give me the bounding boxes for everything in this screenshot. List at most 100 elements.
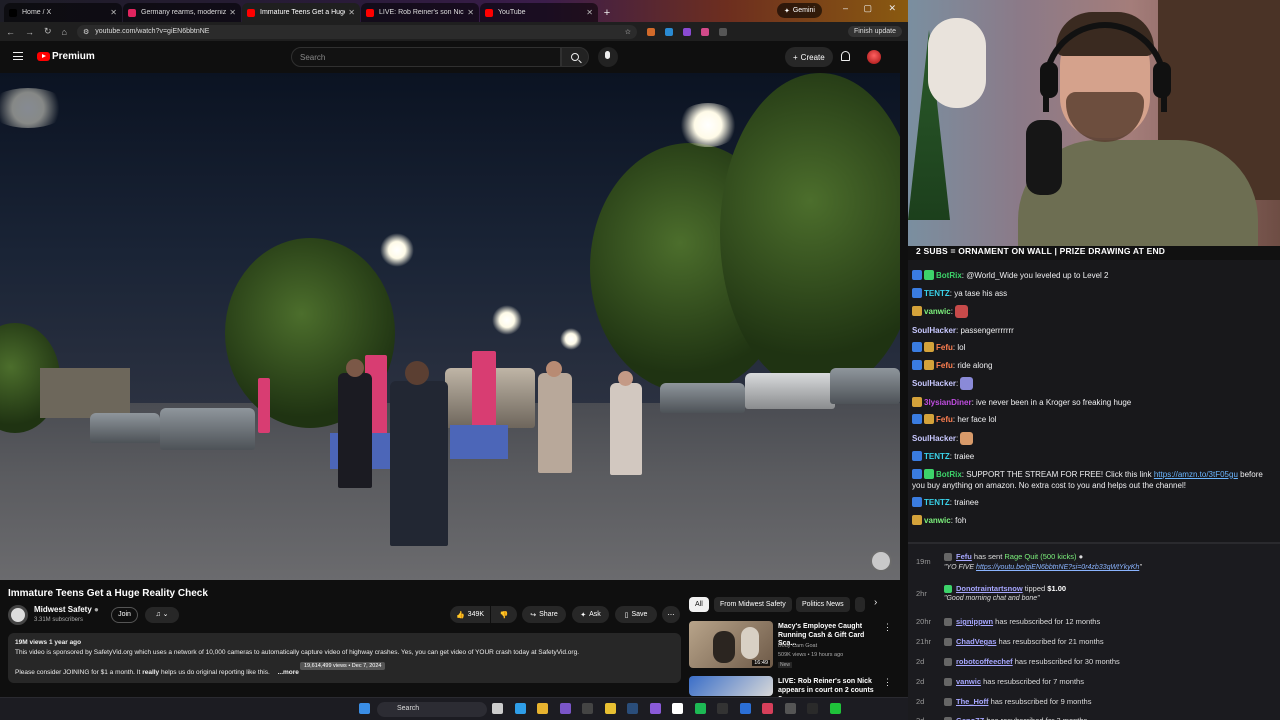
finish-update-button[interactable]: Finish update	[847, 26, 902, 37]
maximize-icon[interactable]: ▢	[863, 3, 872, 14]
chat-username[interactable]: Fefu	[936, 415, 953, 424]
chat-link[interactable]: https://amzn.to/3tF05gu	[1154, 470, 1238, 479]
event-username[interactable]: GenoZZ	[956, 716, 984, 720]
tab-close-icon[interactable]: ✕	[229, 8, 236, 17]
chat-username[interactable]: SoulHacker	[912, 326, 956, 335]
chrome-icon[interactable]	[537, 703, 548, 714]
share-button[interactable]: ↪ Share	[522, 606, 566, 623]
app-icon-6[interactable]	[784, 703, 796, 714]
recommendation-thumbnail[interactable]: 16:49	[689, 621, 773, 668]
extension-icon-4[interactable]	[700, 27, 709, 36]
bookmark-star-icon[interactable]: ☆	[625, 28, 631, 36]
recommendation-channel[interactable]: Body Cam Goat	[778, 643, 817, 649]
gemini-button[interactable]: ✦ Gemini	[776, 3, 822, 18]
chip-overflow[interactable]	[855, 597, 865, 612]
home-icon[interactable]: ⌂	[62, 27, 67, 37]
app-icon-3[interactable]	[649, 703, 661, 714]
tab-close-icon[interactable]: ✕	[348, 8, 355, 17]
event-username[interactable]: ChadVegas	[956, 637, 996, 646]
chat-username[interactable]: Fefu	[936, 361, 953, 370]
steam-icon[interactable]	[627, 703, 638, 714]
browser-tab[interactable]: Immature Teens Get a Huge ✕	[242, 3, 360, 22]
browser-tab[interactable]: Germany rearms, modernizes ✕	[123, 3, 241, 22]
address-bar[interactable]: ⚙ youtube.com/watch?v=giEN6bbtnNE ☆	[76, 24, 637, 39]
windows-start-icon[interactable]	[359, 703, 370, 714]
like-button[interactable]: 👍 349K	[450, 606, 490, 623]
event-username[interactable]: robotcoffeechef	[956, 657, 1013, 666]
event-username[interactable]: signippwn	[956, 617, 993, 626]
tab-close-icon[interactable]: ✕	[110, 8, 117, 17]
chip-all[interactable]: All	[689, 597, 709, 612]
event-username[interactable]: Fefu	[956, 552, 972, 561]
taskbar-search[interactable]: Search	[377, 702, 487, 717]
notifications-bell-icon[interactable]	[841, 51, 850, 61]
chat-username[interactable]: Fefu	[936, 343, 953, 352]
search-button[interactable]	[561, 47, 589, 67]
event-link[interactable]: https://youtu.be/giEN6bbtnNE?si=0r4zb33q…	[976, 564, 1139, 571]
browser-tab[interactable]: LIVE: Rob Reiner's son Nick ap✕	[361, 3, 479, 22]
minimize-icon[interactable]: –	[843, 3, 848, 13]
obs-icon[interactable]	[717, 703, 728, 714]
video-player[interactable]	[0, 73, 900, 580]
chat-username[interactable]: TENTZ	[924, 498, 950, 507]
more-actions-button[interactable]: ⋯	[662, 606, 680, 623]
chat-username[interactable]: SoulHacker	[912, 434, 956, 443]
chat-username[interactable]: vanwic	[924, 307, 951, 316]
channel-name[interactable]: Midwest Safety ●	[34, 605, 99, 614]
edge-icon[interactable]	[514, 703, 526, 714]
chat-username[interactable]: SoulHacker	[912, 379, 956, 388]
tab-close-icon[interactable]: ✕	[467, 8, 474, 17]
extension-icon-1[interactable]	[646, 27, 655, 36]
join-button[interactable]: Join	[111, 607, 138, 623]
youtube-premium-label[interactable]: Premium	[52, 51, 95, 62]
account-avatar[interactable]	[867, 50, 881, 64]
chat-username[interactable]: vanwic	[924, 516, 951, 525]
extensions-puzzle-icon[interactable]	[718, 27, 727, 36]
app-icon-7[interactable]	[807, 703, 818, 714]
create-button[interactable]: + Create	[785, 47, 833, 67]
description-more-link[interactable]: ...more	[278, 669, 299, 676]
back-icon[interactable]: ←	[6, 27, 15, 37]
app-icon-8[interactable]	[829, 703, 841, 714]
recommendation-menu-icon[interactable]: ⋮	[883, 622, 892, 633]
notion-icon[interactable]	[672, 703, 683, 714]
app-icon-4[interactable]	[739, 703, 751, 714]
chat-username[interactable]: 3lysianDiner	[924, 398, 972, 407]
description-box[interactable]: 19M views 1 year ago This video is spons…	[8, 633, 681, 683]
chevron-right-icon[interactable]: ›	[874, 597, 877, 608]
chip-from-channel[interactable]: From Midwest Safety	[714, 597, 792, 612]
file-explorer-icon[interactable]	[604, 703, 616, 714]
event-username[interactable]: Donotraintartsnow	[956, 584, 1023, 593]
reload-icon[interactable]: ↻	[44, 26, 52, 37]
task-view-icon[interactable]	[492, 703, 503, 714]
app-icon-1[interactable]	[559, 703, 571, 714]
app-icon-2[interactable]	[582, 703, 593, 714]
dislike-button[interactable]: 👎	[491, 606, 517, 623]
browser-tab[interactable]: Home / X ✕	[4, 3, 122, 22]
hamburger-menu-icon[interactable]	[13, 52, 23, 60]
voice-search-button[interactable]	[598, 47, 618, 67]
browser-tab[interactable]: YouTube ✕	[480, 3, 598, 22]
site-info-icon[interactable]: ⚙	[83, 28, 89, 36]
chat-username[interactable]: BotRix	[936, 271, 962, 280]
ask-button[interactable]: ✦ Ask	[572, 606, 609, 623]
extension-icon-2[interactable]	[664, 27, 673, 36]
extension-icon-3[interactable]	[682, 27, 691, 36]
event-username[interactable]: vanwic	[956, 677, 981, 686]
recommendation-thumbnail[interactable]	[689, 676, 773, 696]
chat-username[interactable]: TENTZ	[924, 289, 950, 298]
chat-username[interactable]: BotRix	[936, 470, 962, 479]
spotify-icon[interactable]	[694, 703, 706, 714]
forward-icon[interactable]: →	[25, 27, 34, 37]
save-button[interactable]: ▯ Save	[615, 606, 657, 623]
recommendation-menu-icon[interactable]: ⋮	[883, 677, 892, 688]
subscription-bell-button[interactable]: ♫ ⌄	[145, 607, 179, 623]
new-tab-button[interactable]: +	[599, 4, 615, 22]
close-window-icon[interactable]: ✕	[888, 3, 896, 14]
tab-close-icon[interactable]: ✕	[586, 8, 593, 17]
youtube-logo-icon[interactable]	[37, 52, 50, 61]
app-icon-5[interactable]	[762, 703, 773, 714]
chat-username[interactable]: TENTZ	[924, 452, 950, 461]
channel-avatar[interactable]	[8, 605, 28, 625]
chip-politics-news[interactable]: Politics News	[796, 597, 850, 612]
